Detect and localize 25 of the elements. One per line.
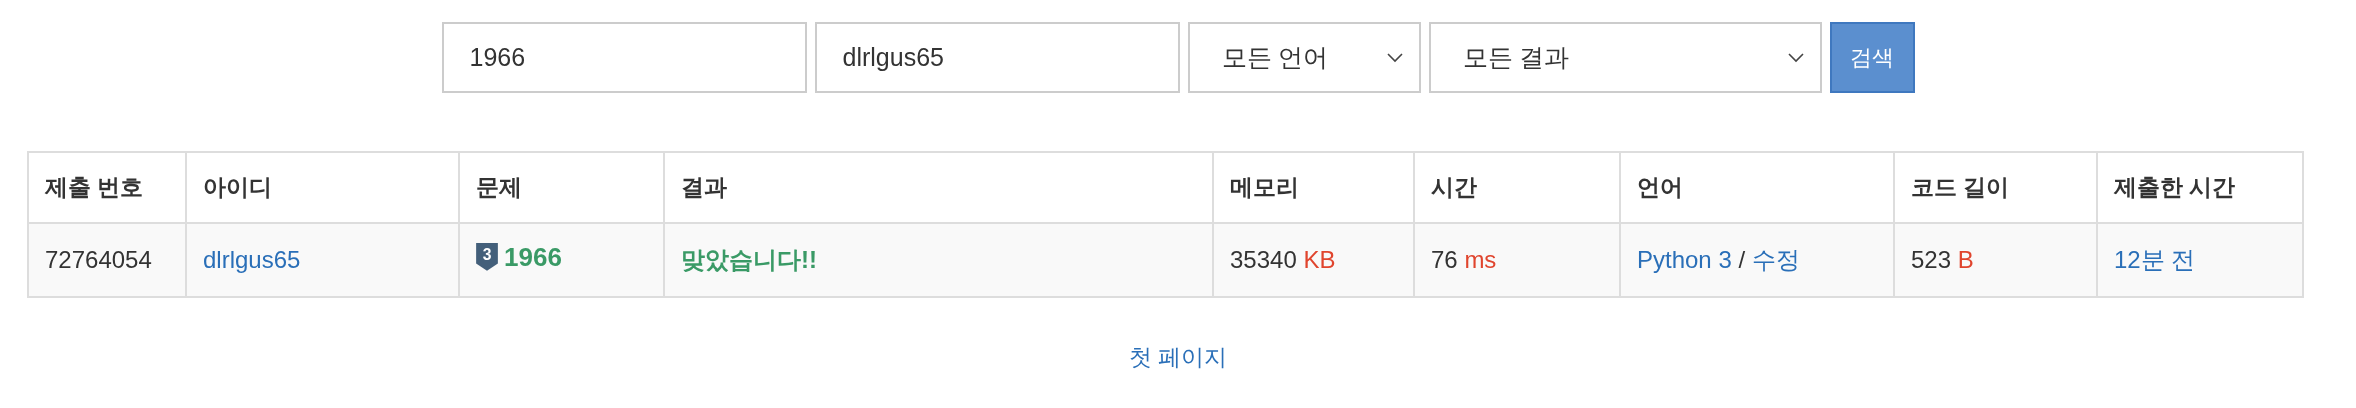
user-link[interactable]: dlrlgus65 [203,246,301,273]
edit-link[interactable]: 수정 [1751,246,1800,273]
code-length-unit: B [1957,246,1974,273]
column-header: 제출 번호 [28,152,186,223]
table-cell: 72764054 [28,223,186,297]
tier-badge-icon: 3 [476,243,498,272]
time-unit: ms [1464,246,1497,273]
time-value: 76 [1431,246,1458,273]
memory-value: 35340 [1230,246,1297,273]
chevron-down-icon [1787,52,1804,63]
problem-link[interactable]: 1966 [504,242,562,273]
submitted-time-link[interactable]: 12분 전 [2114,246,2196,273]
column-header: 결과 [664,152,1213,223]
language-select[interactable]: 모든 언어 [1187,22,1421,93]
result-select[interactable]: 모든 결과 [1428,22,1822,93]
separator: / [1738,246,1746,273]
chevron-down-icon [1386,52,1403,63]
result-text: 맞았습니다!! [681,246,817,273]
code-length-value: 523 [1911,246,1952,273]
problem-id-field[interactable]: 1966 [441,22,807,93]
user-id-field[interactable]: dlrlgus65 [814,22,1180,93]
memory-unit: KB [1303,246,1336,273]
first-page-link[interactable]: 첫 페이지 [1128,344,1228,370]
language-link[interactable]: Python 3 [1637,246,1732,273]
search-button[interactable]: 검색 [1829,22,1915,93]
